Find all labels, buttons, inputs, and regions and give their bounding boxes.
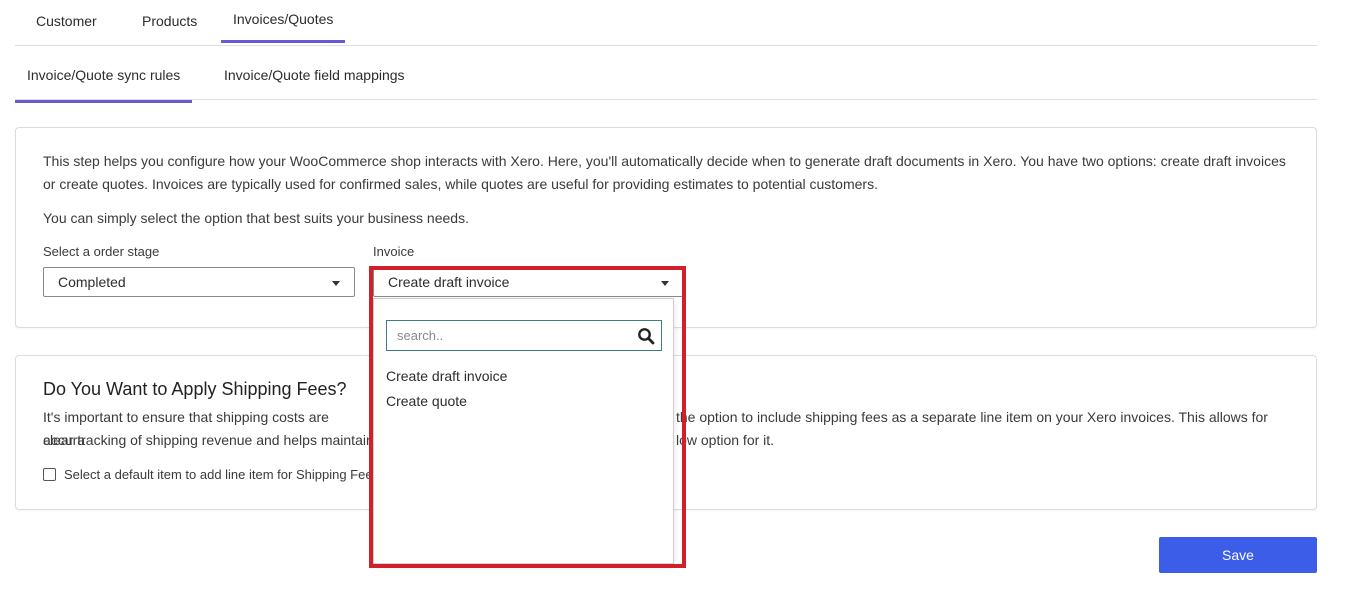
chevron-down-icon: [661, 281, 669, 286]
main-tabs: Customer Products Invoices/Quotes: [15, 0, 1317, 46]
invoice-value: Create draft invoice: [388, 274, 510, 290]
shipping-fee-checkbox-label: Select a default item to add line item f…: [64, 467, 373, 482]
order-stage-value: Completed: [58, 274, 126, 290]
shipping-text-1b: the option to include shipping fees as a…: [676, 409, 1268, 425]
description-line-2: or create quotes. Invoices are typically…: [43, 176, 878, 192]
option-create-draft-invoice[interactable]: Create draft invoice: [386, 368, 507, 384]
tab-sync-rules[interactable]: Invoice/Quote sync rules: [15, 67, 193, 103]
description-line-3: You can simply select the option that be…: [43, 210, 469, 226]
description-line-1: This step helps you configure how your W…: [43, 153, 1286, 169]
dropdown-search-input[interactable]: [387, 321, 647, 350]
order-stage-select[interactable]: Completed: [43, 267, 355, 297]
invoice-select[interactable]: Create draft invoice: [373, 267, 684, 297]
option-create-quote[interactable]: Create quote: [386, 393, 467, 409]
shipping-title: Do You Want to Apply Shipping Fees?: [43, 379, 347, 399]
shipping-fee-checkbox[interactable]: [43, 468, 56, 481]
order-stage-label: Select a order stage: [43, 244, 160, 259]
invoice-dropdown-panel: Create draft invoice Create quote: [373, 298, 674, 564]
chevron-down-icon: [332, 281, 340, 286]
shipping-text-2b: low option for it.: [676, 432, 775, 448]
dropdown-search: [386, 320, 662, 351]
tab-customer[interactable]: Customer: [36, 13, 97, 29]
tab-field-mappings[interactable]: Invoice/Quote field mappings: [224, 67, 405, 83]
shipping-text-2a: clear tracking of shipping revenue and h…: [43, 432, 371, 448]
invoice-label: Invoice: [373, 244, 415, 259]
search-icon[interactable]: [637, 327, 655, 345]
tab-invoices-quotes[interactable]: Invoices/Quotes: [221, 11, 346, 43]
tab-products[interactable]: Products: [142, 13, 197, 29]
sub-tabs: Invoice/Quote sync rules Invoice/Quote f…: [15, 45, 1317, 103]
save-button[interactable]: Save: [1159, 537, 1317, 573]
